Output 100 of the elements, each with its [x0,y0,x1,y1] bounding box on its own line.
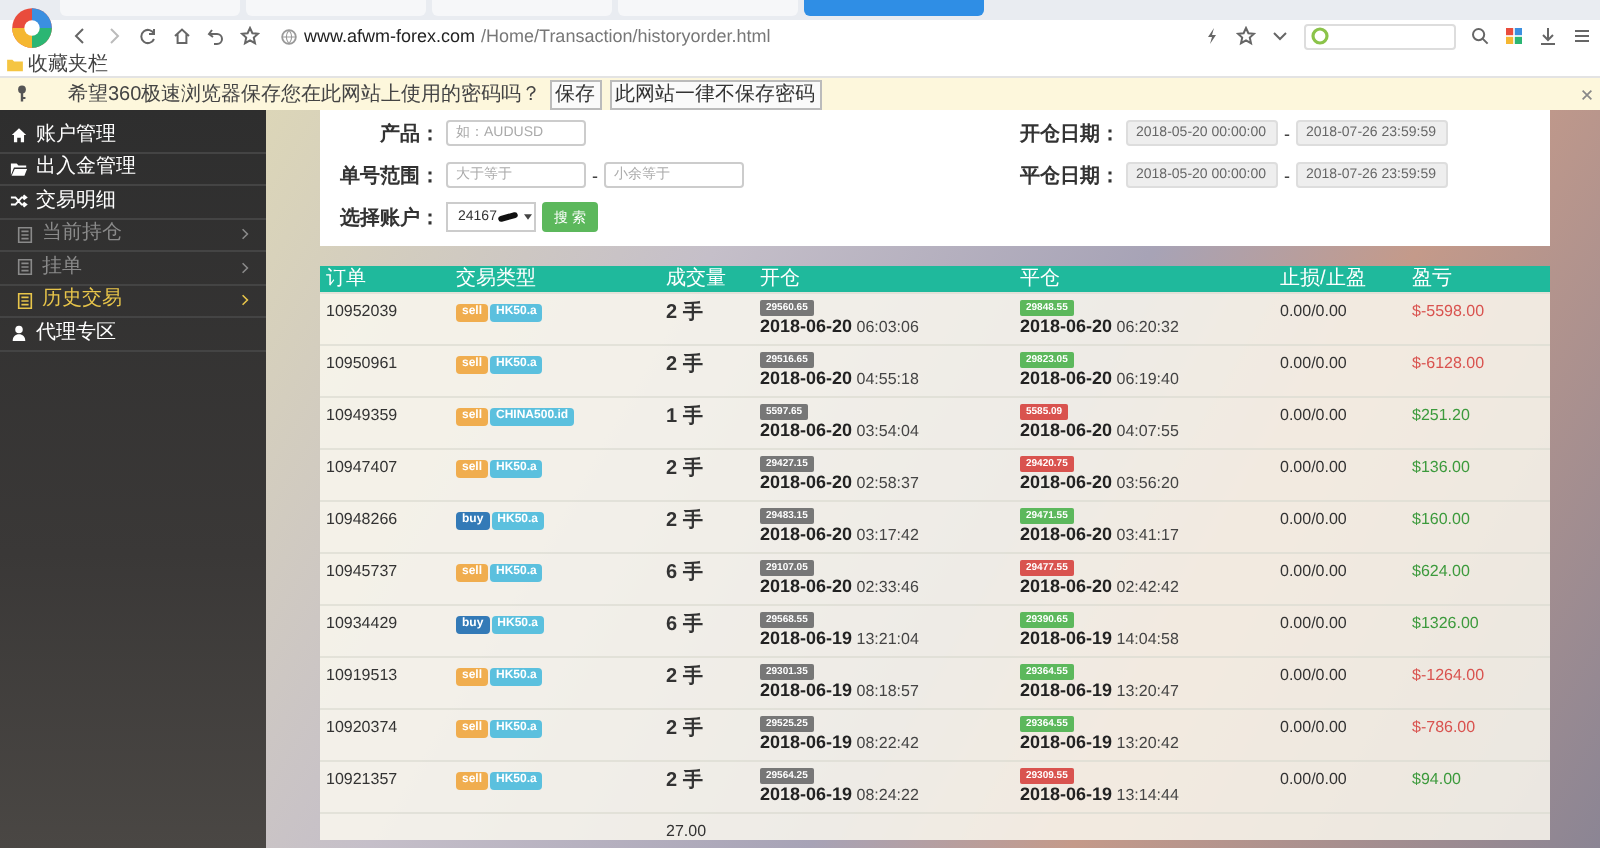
sl-tp-cell-text: 0.00/0.00 [1278,508,1349,530]
document-icon [16,225,34,244]
profit-cell-text: $-1264.00 [1410,664,1487,686]
apps-icon[interactable] [1504,26,1524,46]
circle-icon [1310,26,1330,46]
column-header: 止损/止盈 [1278,268,1368,290]
document-icon [16,258,34,277]
shuffle-icon [10,192,28,211]
redaction-mark [498,211,520,223]
datetime-text: 2018-06-19 08:22:42 [760,734,919,752]
datetime-text: 2018-06-19 13:21:04 [760,630,919,648]
download-icon[interactable] [1538,26,1558,46]
datetime-text: 2018-06-20 06:19:40 [1020,370,1179,388]
datetime-text: 2018-06-20 02:58:37 [760,474,919,492]
password-prompt-button[interactable]: 保存 [549,79,602,109]
column-header: 平仓 [1018,268,1062,290]
total-volume-cell-text: 27.00 [664,820,709,842]
volume-cell-text: 2 手 [664,455,705,480]
sl-tp-cell-text: 0.00/0.00 [1278,560,1349,582]
column-header: 交易类型 [454,268,538,290]
profit-cell-text: $251.20 [1410,404,1472,426]
column-header: 订单 [324,268,368,290]
sidebar-item[interactable]: 账户管理 [0,120,266,153]
volume-cell-text: 2 手 [664,715,705,740]
order-cell-text: 10919513 [324,664,400,686]
sl-tp-cell-text: 0.00/0.00 [1278,768,1349,790]
globe-icon [280,27,298,45]
profit-cell-text: $1326.00 [1410,612,1481,634]
lightning-icon[interactable] [1202,26,1222,46]
date-range-label: 平仓日期： [1018,163,1120,189]
order-cell-text: 10921357 [324,768,400,790]
datetime-text: 2018-06-20 03:17:42 [760,526,919,544]
order-cell-text: 10952039 [324,300,400,322]
order-range-label: 单号范围： [338,163,440,189]
volume-cell-text: 2 手 [664,663,705,688]
profit-cell-text: $624.00 [1410,560,1472,582]
reload-icon[interactable] [138,26,158,46]
column-header: 开仓 [758,268,802,290]
datetime-text: 2018-06-19 13:14:44 [1020,786,1179,804]
column-header: 成交量 [664,268,728,290]
order-cell-text: 10950961 [324,352,400,374]
password-prompt-button[interactable]: 此网站一律不保存密码 [609,79,822,109]
sl-tp-cell-text: 0.00/0.00 [1278,300,1349,322]
order-cell-text: 10949359 [324,404,400,426]
chevron-down-icon[interactable] [1270,26,1290,46]
sidebar-item[interactable]: 当前持仓 [0,219,266,252]
datetime-text: 2018-06-20 06:03:06 [760,318,919,336]
folder-icon [10,159,28,178]
volume-cell-text: 1 手 [664,403,705,428]
profit-cell-text: $94.00 [1410,768,1463,790]
address-field[interactable]: www.afwm-forex.com /Home/Transaction/historyorder.html [280,26,1182,46]
star-icon[interactable] [240,26,260,46]
folder-icon [6,57,24,71]
range-separator: - [1284,165,1290,185]
sl-tp-cell-text: 0.00/0.00 [1278,664,1349,686]
order-cell-text: 10947407 [324,456,400,478]
sidebar-item[interactable]: 挂单 [0,252,266,285]
sidebar-item[interactable]: 代理专区 [0,318,266,351]
star-icon[interactable] [1236,26,1256,46]
home-icon [10,126,28,145]
close-icon[interactable] [1580,87,1594,101]
search-icon[interactable] [1470,26,1490,46]
datetime-text: 2018-06-20 03:41:17 [1020,526,1179,544]
key-icon [16,84,28,104]
search-field[interactable] [1304,23,1456,49]
order-cell-text: 10945737 [324,560,400,582]
datetime-text: 2018-06-20 04:55:18 [760,370,919,388]
volume-cell-text: 2 手 [664,507,705,532]
volume-cell-text: 2 手 [664,767,705,792]
datetime-text: 2018-06-19 14:04:58 [1020,630,1179,648]
caret-icon [524,214,533,220]
datetime-text: 2018-06-20 02:33:46 [760,578,919,596]
sl-tp-cell-text: 0.00/0.00 [1278,352,1349,374]
product-label: 产品： [378,121,440,147]
undo-icon[interactable] [206,26,226,46]
back-icon[interactable] [70,26,90,46]
datetime-text: 2018-06-19 13:20:42 [1020,734,1179,752]
profit-cell-text: $-786.00 [1410,716,1478,738]
sl-tp-cell-text: 0.00/0.00 [1278,716,1349,738]
bookmarks-label[interactable]: 收藏夹栏 [28,53,108,75]
order-cell-text: 10934429 [324,612,400,634]
document-icon [16,291,34,310]
password-prompt-text: 希望360极速浏览器保存您在此网站上使用的密码吗？ [68,81,542,108]
datetime-text: 2018-06-20 03:56:20 [1020,474,1179,492]
menu-icon[interactable] [1572,26,1592,46]
volume-cell-text: 6 手 [664,559,705,584]
date-range-label: 开仓日期： [1018,121,1120,147]
datetime-text: 2018-06-20 06:20:32 [1020,318,1179,336]
sidebar-item[interactable]: 出入金管理 [0,153,266,186]
datetime-text: 2018-06-20 03:54:04 [760,422,919,440]
datetime-text: 2018-06-19 08:18:57 [760,682,919,700]
profit-cell-text: $-5598.00 [1410,300,1487,322]
profit-cell-text: $160.00 [1410,508,1472,530]
profit-cell-text: $-6128.00 [1410,352,1487,374]
order-cell-text: 10948266 [324,508,400,530]
range-separator: - [592,165,598,185]
volume-cell-text: 2 手 [664,299,705,324]
sidebar-item[interactable]: 历史交易 [0,285,266,318]
datetime-text: 2018-06-20 04:07:55 [1020,422,1179,440]
home-icon[interactable] [172,26,192,46]
